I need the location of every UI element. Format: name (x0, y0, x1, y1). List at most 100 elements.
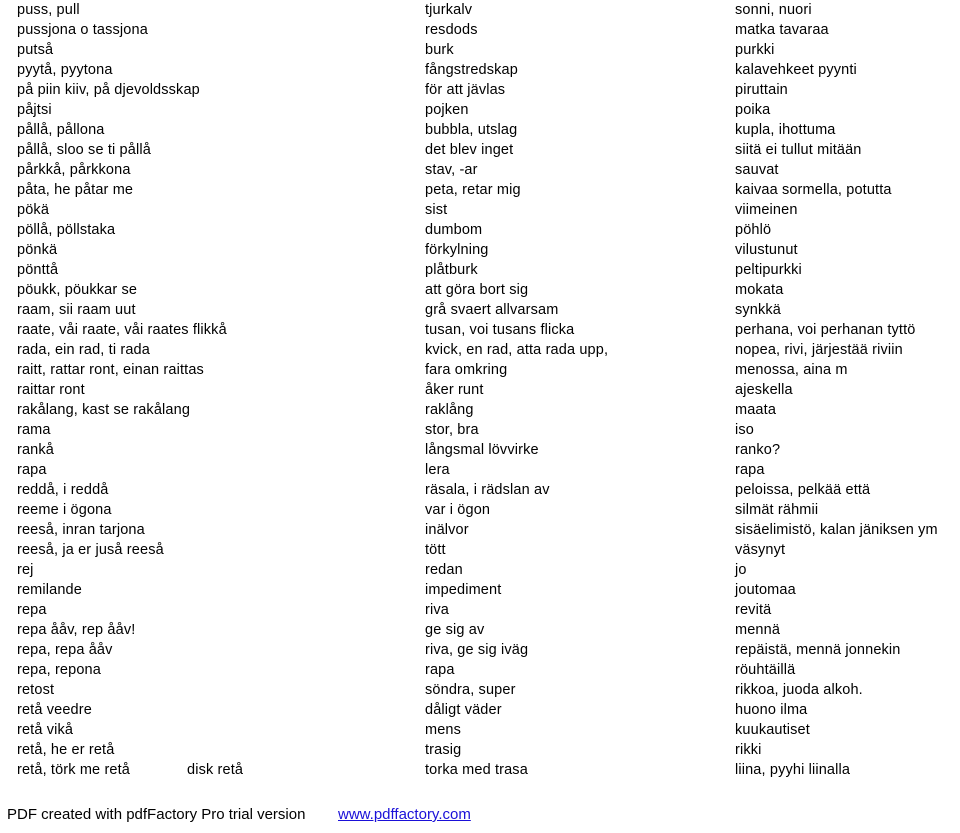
glossary-term-finnish: kaivaa sormella, potutta (735, 182, 892, 198)
glossary-row: rada, ein rad, ti rada kvick, en rad, att… (0, 340, 960, 360)
glossary-term-finnish: väsynyt (735, 542, 786, 558)
glossary-term-dialect: rada, ein rad, ti rada (17, 342, 150, 358)
glossary-row: pönkä förkylning vilustunut (0, 240, 960, 260)
glossary-term-dialect: påjtsi (17, 102, 52, 118)
glossary-term-dialect: pöukk, pöukkar se (17, 282, 138, 298)
glossary-term-swedish: resdods (425, 22, 478, 38)
glossary-row: pållå, sloo se ti pållå det blev inget sii… (0, 140, 960, 160)
glossary-row: raam, sii raam uut grå svaert allvarsam sy… (0, 300, 960, 320)
glossary-term-finnish: joutomaa (735, 582, 796, 598)
glossary-term-swedish: räsala, i rädslan av (425, 482, 550, 498)
glossary-row: reeme i ögona var i ögon silmät rähmii (0, 500, 960, 520)
glossary-term-finnish: ajeskella (735, 382, 793, 398)
glossary-term-note: disk retå (187, 762, 244, 778)
glossary-term-dialect: raitt, rattar ront, einan raittas (17, 362, 204, 378)
glossary-row: retost söndra, super rikkoa, juoda alkoh. (0, 680, 960, 700)
glossary-term-swedish: burk (425, 42, 454, 58)
glossary-row: repa, repona rapa röuhtäillä (0, 660, 960, 680)
glossary-term-finnish: repäistä, mennä jonnekin (735, 642, 901, 658)
glossary-term-swedish: långsmal lövvirke (425, 442, 539, 458)
glossary-term-swedish: redan (425, 562, 463, 578)
glossary-term-swedish: kvick, en rad, atta rada upp, (425, 342, 609, 358)
glossary-term-dialect: raam, sii raam uut (17, 302, 136, 318)
glossary-row: pöllå, pöllstaka dumbom pöhlö (0, 220, 960, 240)
glossary-row: reddå, i reddå räsala, i rädslan av pelois… (0, 480, 960, 500)
glossary-term-dialect: reeme i ögona (17, 502, 112, 518)
glossary-row: pönttå plåtburk peltipurkki (0, 260, 960, 280)
pdffactory-footer-text: PDF created with pdfFactory Pro trial ve… (7, 806, 306, 823)
glossary-term-swedish: sist (425, 202, 448, 218)
glossary-term-dialect: retå veedre (17, 702, 92, 718)
glossary-term-dialect: repa ååv, rep ååv! (17, 622, 136, 638)
glossary-term-swedish: fångstredskap (425, 62, 518, 78)
glossary-term-dialect: repa, repa ååv (17, 642, 113, 658)
glossary-term-dialect: pökä (17, 202, 50, 218)
glossary-row: repa, repa ååv riva, ge sig iväg repäistä,… (0, 640, 960, 660)
glossary-term-dialect: rakålang, kast se rakålang (17, 402, 191, 418)
glossary-row: pökä sist viimeinen (0, 200, 960, 220)
glossary-term-finnish: piruttain (735, 82, 788, 98)
glossary-row: retå, törk me retå disk retå torka med tra… (0, 760, 960, 780)
glossary-term-finnish: mokata (735, 282, 784, 298)
glossary-term-finnish: kuukautiset (735, 722, 810, 738)
glossary-row: raittar ront åker runt ajeskella (0, 380, 960, 400)
glossary-term-finnish: revitä (735, 602, 772, 618)
glossary-term-swedish: tött (425, 542, 446, 558)
glossary-term-finnish: nopea, rivi, järjestää riviin (735, 342, 903, 358)
glossary-row: reeså, inran tarjona inälvor sisäelimistö,… (0, 520, 960, 540)
glossary-row: retå vikå mens kuukautiset (0, 720, 960, 740)
glossary-term-dialect: pållå, pållona (17, 122, 105, 138)
glossary-term-finnish: maata (735, 402, 777, 418)
glossary-term-dialect: pyytå, pyytona (17, 62, 113, 78)
glossary-term-dialect: retost (17, 682, 55, 698)
glossary-row: retå, he er retå trasig rikki (0, 740, 960, 760)
glossary-term-dialect: pållå, sloo se ti pållå (17, 142, 151, 158)
glossary-row: rama stor, bra iso (0, 420, 960, 440)
glossary-term-swedish: stor, bra (425, 422, 479, 438)
glossary-term-dialect: raittar ront (17, 382, 85, 398)
glossary-term-finnish: rikkoa, juoda alkoh. (735, 682, 863, 698)
glossary-term-swedish: impediment (425, 582, 502, 598)
glossary-term-swedish: peta, retar mig (425, 182, 521, 198)
glossary-row: pussjona o tassjona resdods matka tavaraa (0, 20, 960, 40)
glossary-term-dialect: rej (17, 562, 34, 578)
glossary-term-dialect: pöllå, pöllstaka (17, 222, 116, 238)
glossary-term-finnish: rikki (735, 742, 762, 758)
glossary-row: pyytå, pyytona fångstredskap kalavehkeet p… (0, 60, 960, 80)
glossary-term-dialect: påta, he påtar me (17, 182, 134, 198)
glossary-term-finnish: viimeinen (735, 202, 798, 218)
glossary-term-swedish: torka med trasa (425, 762, 528, 778)
glossary-term-finnish: siitä ei tullut mitään (735, 142, 862, 158)
glossary-row: reeså, ja er juså reeså tött väsynyt (0, 540, 960, 560)
glossary-term-dialect: rama (17, 422, 51, 438)
glossary-row: pårkkå, pårkkona stav, -ar sauvat (0, 160, 960, 180)
glossary-row: på piin kiiv, på djevoldsskap för att jäv… (0, 80, 960, 100)
glossary-term-finnish: silmät rähmii (735, 502, 819, 518)
glossary-term-swedish: lera (425, 462, 450, 478)
glossary-row: rankå långsmal lövvirke ranko? (0, 440, 960, 460)
pdffactory-footer-link[interactable]: www.pdffactory.com (338, 803, 471, 827)
glossary-term-dialect: reeså, ja er juså reeså (17, 542, 164, 558)
glossary-row: putså burk purkki (0, 40, 960, 60)
glossary-term-swedish: dumbom (425, 222, 483, 238)
glossary-term-swedish: ge sig av (425, 622, 485, 638)
glossary-term-finnish: peltipurkki (735, 262, 802, 278)
glossary-term-dialect: reddå, i reddå (17, 482, 109, 498)
glossary-term-swedish: trasig (425, 742, 462, 758)
glossary-term-swedish: söndra, super (425, 682, 516, 698)
glossary-term-finnish: huono ilma (735, 702, 808, 718)
glossary-term-finnish: liina, pyyhi liinalla (735, 762, 851, 778)
glossary-row: raate, våi raate, våi raates flikkå tusan… (0, 320, 960, 340)
glossary-term-finnish: menossa, aina m (735, 362, 848, 378)
glossary-term-finnish: sauvat (735, 162, 779, 178)
glossary-term-dialect: pönkä (17, 242, 58, 258)
glossary-term-dialect: retå, törk me retå (17, 762, 131, 778)
glossary-term-dialect: pussjona o tassjona (17, 22, 148, 38)
glossary-term-finnish: purkki (735, 42, 775, 58)
glossary-term-finnish: mennä (735, 622, 781, 638)
glossary-row: påjtsi pojken poika (0, 100, 960, 120)
glossary-row: repa riva revitä (0, 600, 960, 620)
glossary-term-dialect: pönttå (17, 262, 59, 278)
glossary-term-swedish: bubbla, utslag (425, 122, 518, 138)
glossary-term-swedish: riva, ge sig iväg (425, 642, 529, 658)
